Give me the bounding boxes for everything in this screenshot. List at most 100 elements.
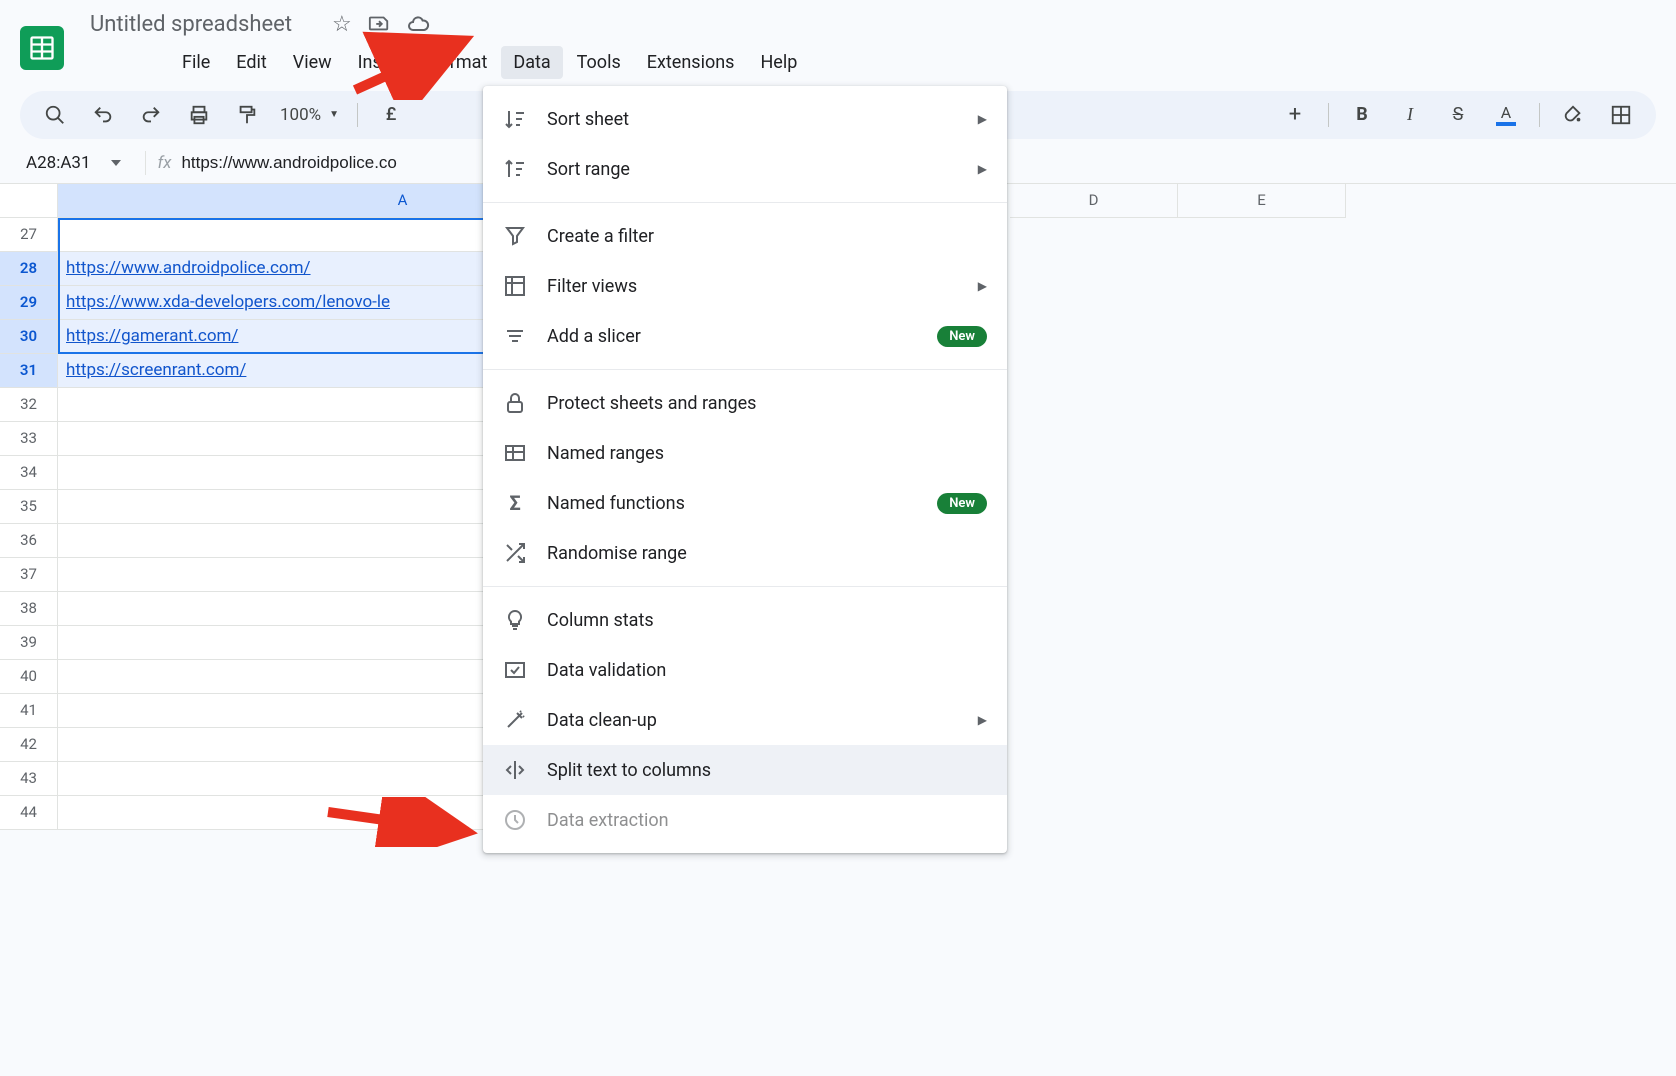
menu-item-extraction[interactable]: Data extraction bbox=[483, 795, 1007, 845]
row-header[interactable]: 31 bbox=[0, 354, 58, 388]
submenu-arrow-icon: ▶ bbox=[978, 279, 987, 293]
strikethrough-icon[interactable]: S bbox=[1443, 100, 1473, 130]
text-color-icon[interactable]: A bbox=[1491, 100, 1521, 130]
row-header[interactable]: 34 bbox=[0, 456, 58, 490]
menu-format[interactable]: Format bbox=[418, 46, 500, 79]
menu-item-label: Data extraction bbox=[547, 810, 669, 831]
menu-item-label: Column stats bbox=[547, 610, 654, 631]
menu-item-cleanup[interactable]: Data clean-up▶ bbox=[483, 695, 1007, 745]
named-ranges-icon bbox=[503, 441, 527, 465]
name-box[interactable]: A28:A31 bbox=[14, 149, 133, 177]
menu-extensions[interactable]: Extensions bbox=[635, 46, 747, 79]
row-header[interactable]: 39 bbox=[0, 626, 58, 660]
slicer-icon bbox=[503, 324, 527, 348]
bold-icon[interactable]: B bbox=[1347, 100, 1377, 130]
print-icon[interactable] bbox=[184, 100, 214, 130]
extraction-icon bbox=[503, 808, 527, 832]
fill-color-icon[interactable] bbox=[1558, 100, 1588, 130]
column-header-d[interactable]: D bbox=[1010, 184, 1178, 218]
row-header[interactable]: 41 bbox=[0, 694, 58, 728]
row-header[interactable]: 37 bbox=[0, 558, 58, 592]
menu-data[interactable]: Data bbox=[501, 46, 562, 79]
column-header-e[interactable]: E bbox=[1178, 184, 1346, 218]
menu-item-label: Sort range bbox=[547, 159, 630, 180]
undo-icon[interactable] bbox=[88, 100, 118, 130]
menu-item-label: Sort sheet bbox=[547, 109, 629, 130]
select-all-corner[interactable] bbox=[0, 184, 58, 218]
sort-range-icon bbox=[503, 157, 527, 181]
zoom-select[interactable]: 100% ▼ bbox=[280, 105, 339, 125]
row-header[interactable]: 44 bbox=[0, 796, 58, 830]
menu-item-label: Named functions bbox=[547, 493, 685, 514]
borders-icon[interactable] bbox=[1606, 100, 1636, 130]
row-header[interactable]: 35 bbox=[0, 490, 58, 524]
sort-sheet-icon bbox=[503, 107, 527, 131]
search-icon[interactable] bbox=[40, 100, 70, 130]
menu-item-filter-views[interactable]: Filter views ▶ bbox=[483, 261, 1007, 311]
menu-edit[interactable]: Edit bbox=[224, 46, 278, 79]
menu-file[interactable]: File bbox=[170, 46, 222, 79]
menu-item-label: Randomise range bbox=[547, 543, 687, 564]
menu-item-label: Add a slicer bbox=[547, 326, 641, 347]
move-icon[interactable] bbox=[368, 12, 390, 42]
row-header[interactable]: 29 bbox=[0, 286, 58, 320]
menu-item-label: Split text to columns bbox=[547, 760, 711, 781]
row-header[interactable]: 43 bbox=[0, 762, 58, 796]
shuffle-icon bbox=[503, 541, 527, 565]
document-title[interactable]: Untitled spreadsheet bbox=[84, 10, 298, 39]
new-badge: New bbox=[937, 326, 987, 347]
row-header[interactable]: 42 bbox=[0, 728, 58, 762]
redo-icon[interactable] bbox=[136, 100, 166, 130]
row-header[interactable]: 33 bbox=[0, 422, 58, 456]
sigma-icon: Σ bbox=[503, 491, 527, 515]
cloud-icon[interactable] bbox=[406, 12, 430, 42]
bulb-icon bbox=[503, 608, 527, 632]
split-icon bbox=[503, 758, 527, 782]
menu-item-sort-sheet[interactable]: Sort sheet ▶ bbox=[483, 94, 1007, 144]
row-header[interactable]: 30 bbox=[0, 320, 58, 354]
menu-insert[interactable]: Insert bbox=[346, 46, 416, 79]
sheets-logo-icon[interactable] bbox=[20, 26, 64, 70]
app-header: Untitled spreadsheet ☆ File Edit View In… bbox=[0, 0, 1676, 87]
menu-item-shuffle[interactable]: Randomise range bbox=[483, 528, 1007, 578]
validation-icon bbox=[503, 658, 527, 682]
filter-icon bbox=[503, 224, 527, 248]
menu-help[interactable]: Help bbox=[748, 46, 809, 79]
row-header[interactable]: 32 bbox=[0, 388, 58, 422]
menu-item-slicer[interactable]: Add a slicer New bbox=[483, 311, 1007, 361]
menu-bar: File Edit View Insert Format Data Tools … bbox=[84, 42, 1656, 87]
insert-icon[interactable]: + bbox=[1280, 100, 1310, 130]
menu-item-label: Create a filter bbox=[547, 226, 654, 247]
menu-item-split[interactable]: Split text to columns bbox=[483, 745, 1007, 795]
menu-item-label: Data clean-up bbox=[547, 710, 657, 731]
menu-item-label: Protect sheets and ranges bbox=[547, 393, 756, 414]
menu-item-named-ranges[interactable]: Named ranges bbox=[483, 428, 1007, 478]
star-icon[interactable]: ☆ bbox=[332, 12, 352, 42]
data-menu-dropdown: Sort sheet ▶ Sort range ▶ Create a filter Fil… bbox=[483, 86, 1007, 853]
row-header[interactable]: 36 bbox=[0, 524, 58, 558]
row-header[interactable]: 27 bbox=[0, 218, 58, 252]
menu-item-sigma[interactable]: Σ Named functions New bbox=[483, 478, 1007, 528]
menu-item-label: Named ranges bbox=[547, 443, 664, 464]
filter-views-icon bbox=[503, 274, 527, 298]
menu-item-bulb[interactable]: Column stats bbox=[483, 595, 1007, 645]
menu-item-lock[interactable]: Protect sheets and ranges bbox=[483, 378, 1007, 428]
menu-view[interactable]: View bbox=[281, 46, 344, 79]
cleanup-icon bbox=[503, 708, 527, 732]
menu-item-label: Data validation bbox=[547, 660, 666, 681]
lock-icon bbox=[503, 391, 527, 415]
submenu-arrow-icon: ▶ bbox=[978, 112, 987, 126]
currency-icon[interactable]: £ bbox=[376, 100, 406, 130]
paint-format-icon[interactable] bbox=[232, 100, 262, 130]
row-header[interactable]: 38 bbox=[0, 592, 58, 626]
italic-icon[interactable]: I bbox=[1395, 100, 1425, 130]
menu-item-validation[interactable]: Data validation bbox=[483, 645, 1007, 695]
menu-item-sort-range[interactable]: Sort range ▶ bbox=[483, 144, 1007, 194]
menu-tools[interactable]: Tools bbox=[565, 46, 633, 79]
row-header[interactable]: 28 bbox=[0, 252, 58, 286]
new-badge: New bbox=[937, 493, 987, 514]
submenu-arrow-icon: ▶ bbox=[978, 162, 987, 176]
row-header[interactable]: 40 bbox=[0, 660, 58, 694]
menu-item-filter[interactable]: Create a filter bbox=[483, 211, 1007, 261]
menu-item-label: Filter views bbox=[547, 276, 637, 297]
